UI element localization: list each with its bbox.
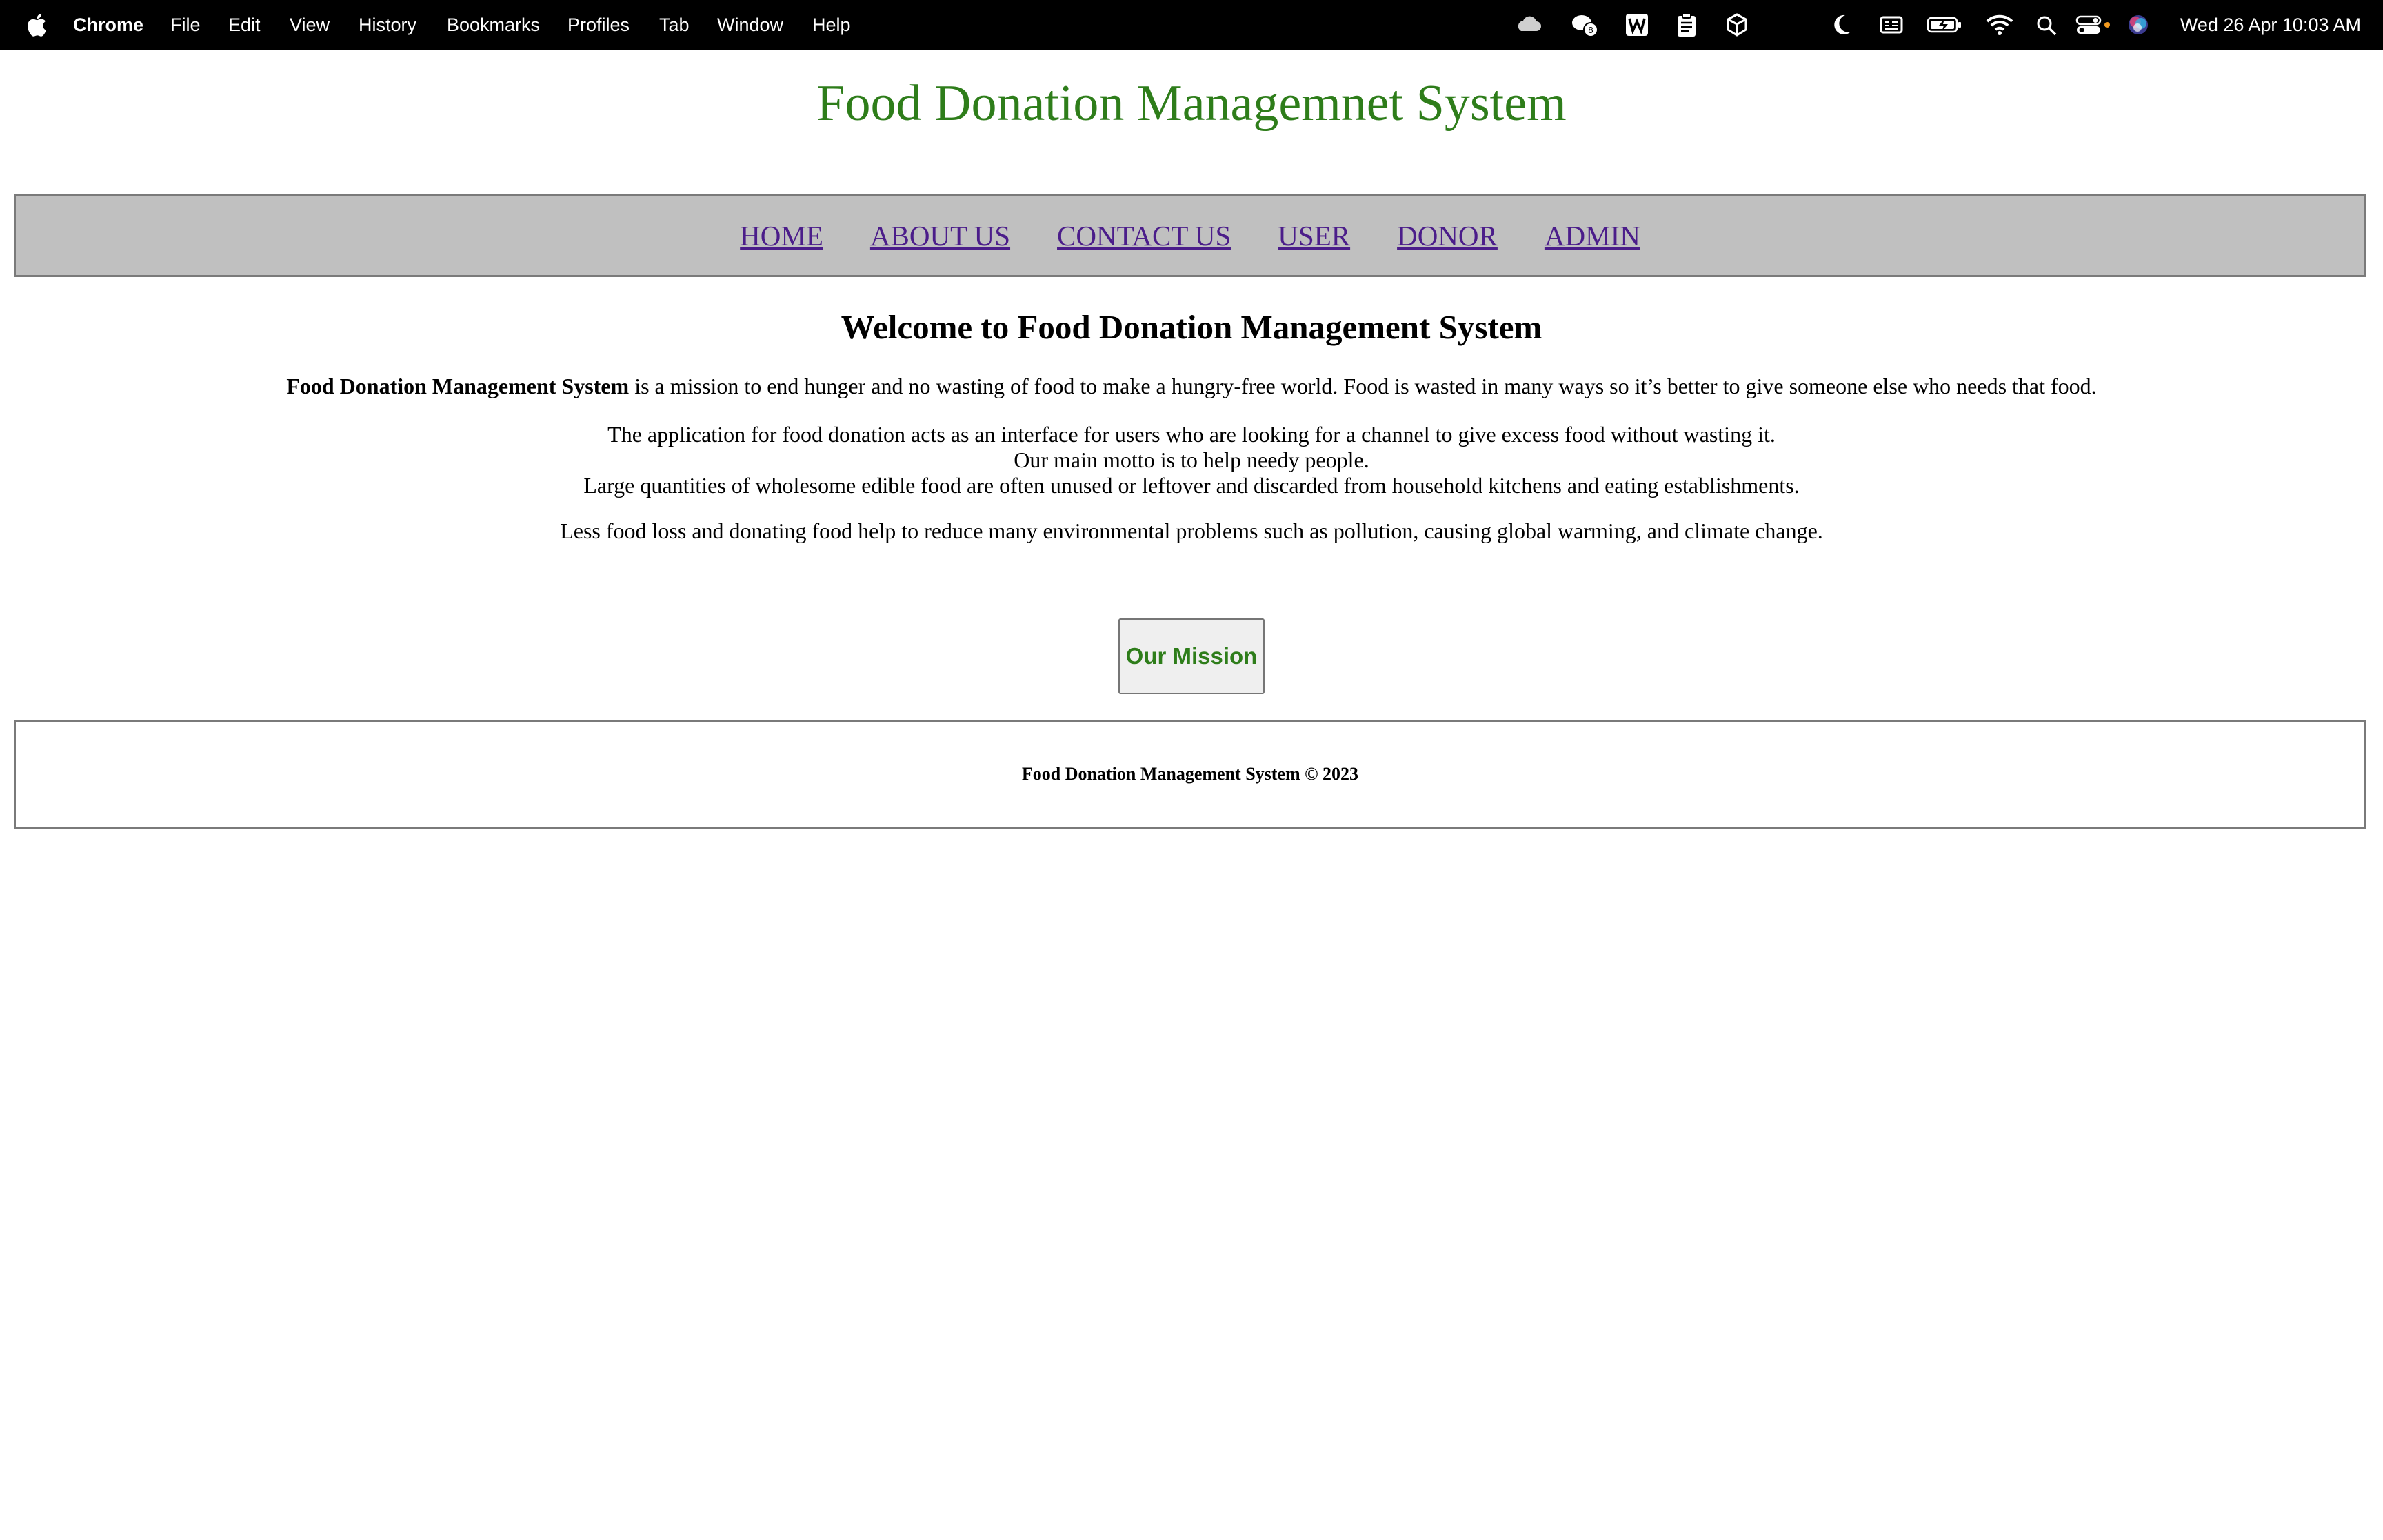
moon-icon[interactable] xyxy=(1831,12,1852,37)
intro-text: is a mission to end hunger and no wastin… xyxy=(629,374,2097,398)
nav-link-about-us[interactable]: ABOUT US xyxy=(870,219,1010,252)
word-icon[interactable] xyxy=(1625,12,1649,37)
menu-history[interactable]: History xyxy=(359,0,416,50)
clipboard-icon[interactable] xyxy=(1676,12,1698,37)
description-line-3: Large quantities of wholesome edible foo… xyxy=(583,473,1800,498)
footer-copyright: Food Donation Management System © 2023 xyxy=(1021,764,1359,784)
nav-link-donor[interactable]: DONOR xyxy=(1397,219,1498,252)
menu-bookmarks[interactable]: Bookmarks xyxy=(447,0,540,50)
nav-link-user[interactable]: USER xyxy=(1278,219,1350,252)
battery-charging-icon[interactable] xyxy=(1927,12,1962,37)
intro-bold-name: Food Donation Management System xyxy=(286,374,630,398)
spotlight-search-icon[interactable] xyxy=(2035,12,2058,37)
our-mission-button[interactable]: Our Mission xyxy=(1118,618,1265,694)
menu-window[interactable]: Window xyxy=(717,0,783,50)
macos-menu-bar: Chrome File Edit View History Bookmarks … xyxy=(0,0,2383,50)
menu-view[interactable]: View xyxy=(290,0,330,50)
menubar-clock[interactable]: Wed 26 Apr 10:03 AM xyxy=(2180,0,2361,50)
siri-icon[interactable] xyxy=(2126,12,2150,37)
nav-link-admin[interactable]: ADMIN xyxy=(1545,219,1640,252)
environment-paragraph: Less food loss and donating food help to… xyxy=(560,518,1823,543)
intro-paragraph: Food Donation Management System is a mis… xyxy=(0,374,2383,399)
wechat-badge: 8 xyxy=(1588,25,1593,35)
wechat-icon[interactable]: 8 xyxy=(1571,12,1600,37)
menu-app-chrome[interactable]: Chrome xyxy=(73,0,143,50)
display-icon[interactable] xyxy=(1880,12,1903,37)
wifi-icon[interactable] xyxy=(1986,12,2013,37)
cloud-icon[interactable] xyxy=(1514,12,1543,37)
apple-logo-icon[interactable] xyxy=(26,12,47,37)
description-line-2: Our main motto is to help needy people. xyxy=(1014,447,1369,472)
menu-file[interactable]: File xyxy=(170,0,201,50)
box-icon[interactable] xyxy=(1725,12,1749,37)
description-line-1: The application for food donation acts a… xyxy=(607,422,1776,447)
menu-tab[interactable]: Tab xyxy=(659,0,690,50)
site-title: Food Donation Managemnet System xyxy=(816,75,1567,132)
nav-link-contact-us[interactable]: CONTACT US xyxy=(1057,219,1231,252)
welcome-heading: Welcome to Food Donation Management Syst… xyxy=(841,308,1542,346)
main-navigation: HOME ABOUT US CONTACT US USER DONOR ADMI… xyxy=(14,194,2366,277)
nav-link-home[interactable]: HOME xyxy=(740,219,823,252)
menu-help[interactable]: Help xyxy=(812,0,851,50)
menu-edit[interactable]: Edit xyxy=(228,0,261,50)
description-paragraph: The application for food donation acts a… xyxy=(0,422,2383,498)
control-center-icon[interactable] xyxy=(2075,12,2113,37)
page-footer: Food Donation Management System © 2023 xyxy=(14,720,2366,829)
menu-profiles[interactable]: Profiles xyxy=(567,0,630,50)
